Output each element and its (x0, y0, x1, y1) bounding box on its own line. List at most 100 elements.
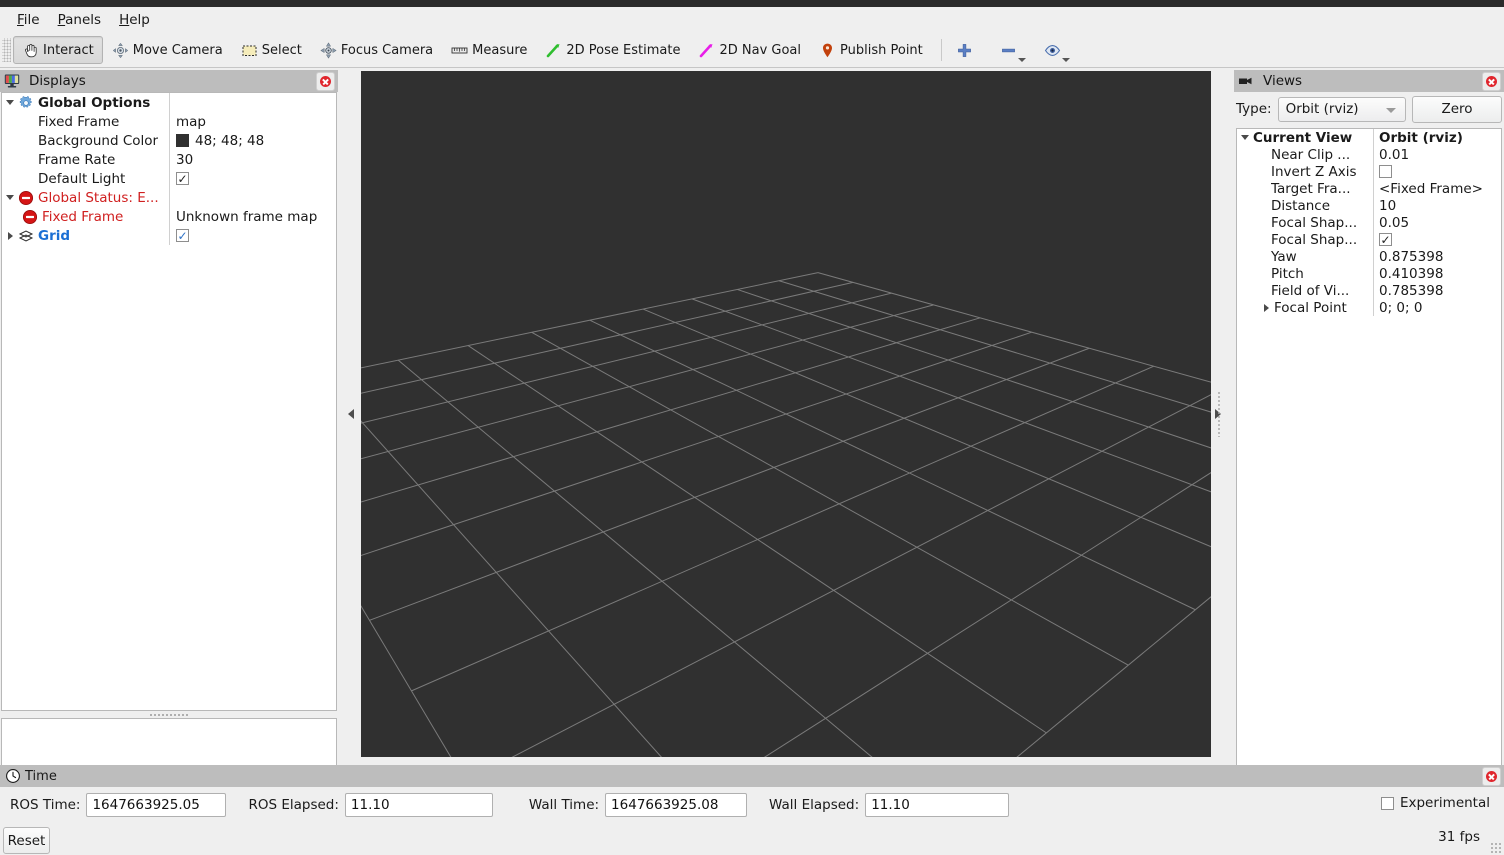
ruler-icon (451, 42, 468, 59)
tool-select-label: Select (261, 42, 302, 58)
tool-publish-point-label: Publish Point (840, 42, 923, 58)
tree-row-status-fixed-frame[interactable]: Fixed Frame Unknown frame map (2, 207, 336, 226)
resize-grip[interactable] (1490, 842, 1502, 854)
views-row-focal-shape-fixed-size[interactable]: Focal Shap... (1237, 231, 1501, 248)
color-swatch (176, 134, 189, 147)
views-tree[interactable]: Current View Orbit (rviz) Near Clip ... … (1236, 128, 1502, 793)
zero-view-button[interactable]: Zero (1412, 95, 1502, 123)
chevron-down-icon[interactable] (1017, 58, 1026, 62)
views-row-field-of-view[interactable]: Field of Vi... 0.785398 (1237, 282, 1501, 299)
3d-render-view[interactable] (361, 71, 1211, 757)
views-row-value-cell[interactable]: 0.05 (1373, 214, 1501, 231)
expand-twisty-icon[interactable] (1258, 299, 1274, 316)
views-row-pitch[interactable]: Pitch 0.410398 (1237, 265, 1501, 282)
time-fields-row: ROS Time: ROS Elapsed: Wall Time: Wall E… (10, 793, 1010, 817)
views-row-distance[interactable]: Distance 10 (1237, 197, 1501, 214)
views-row-value-cell[interactable]: 10 (1373, 197, 1501, 214)
zoom-out-button[interactable] (995, 36, 1026, 64)
ros-time-input[interactable] (86, 793, 227, 817)
views-row-label-cell: Near Clip ... (1237, 146, 1373, 163)
expand-twisty-icon[interactable] (1237, 129, 1253, 146)
views-row-label-cell: Pitch (1237, 265, 1373, 282)
default-light-checkbox[interactable] (176, 172, 189, 185)
experimental-label: Experimental (1399, 795, 1490, 811)
menu-bar: File Panels Help (0, 7, 1504, 33)
tree-row-value-cell[interactable]: 48; 48; 48 (169, 131, 336, 150)
tree-row-default-light[interactable]: Default Light (2, 169, 336, 188)
views-row-value-cell[interactable] (1373, 231, 1501, 248)
toolbar-drag-handle[interactable] (2, 38, 11, 62)
views-row-value-cell[interactable]: 0.410398 (1373, 265, 1501, 282)
close-icon (1486, 770, 1497, 782)
views-row-yaw[interactable]: Yaw 0.875398 (1237, 248, 1501, 265)
fixed-frame-value: map (176, 113, 206, 130)
tool-2d-nav-goal[interactable]: 2D Nav Goal (689, 36, 810, 64)
collapse-left-arrow-icon[interactable] (348, 409, 354, 419)
tree-row-value-cell[interactable] (169, 226, 336, 245)
expand-twisty-icon[interactable] (2, 188, 18, 207)
ros-elapsed-input[interactable] (344, 793, 493, 817)
right-dock-splitter[interactable] (1213, 71, 1223, 757)
menu-file[interactable]: File (8, 9, 49, 32)
tree-row-value-cell[interactable]: 30 (169, 150, 336, 169)
tool-focus-camera[interactable]: Focus Camera (311, 36, 442, 64)
tree-row-frame-rate[interactable]: Frame Rate 30 (2, 150, 336, 169)
tool-interact[interactable]: Interact (13, 36, 103, 64)
views-row-target-frame[interactable]: Target Fra... <Fixed Frame> (1237, 180, 1501, 197)
views-row-label: Focal Shap... (1271, 231, 1358, 248)
views-row-current-view[interactable]: Current View Orbit (rviz) (1237, 129, 1501, 146)
tool-select[interactable]: Select (232, 36, 311, 64)
error-icon (18, 190, 34, 206)
main-toolbar: Interact Move Camera Select Focus Camera… (0, 33, 1504, 68)
views-row-near-clip[interactable]: Near Clip ... 0.01 (1237, 146, 1501, 163)
grid-enabled-checkbox[interactable] (176, 229, 189, 242)
focal-shape-fixed-size-checkbox[interactable] (1379, 233, 1392, 246)
views-row-focal-shape-size[interactable]: Focal Shap... 0.05 (1237, 214, 1501, 231)
tree-row-background-color[interactable]: Background Color 48; 48; 48 (2, 131, 336, 150)
tool-2d-pose-estimate[interactable]: 2D Pose Estimate (536, 36, 689, 64)
tree-row-fixed-frame[interactable]: Fixed Frame map (2, 112, 336, 131)
views-row-invert-z-axis[interactable]: Invert Z Axis (1237, 163, 1501, 180)
displays-close-button[interactable] (316, 71, 335, 91)
expand-twisty-icon[interactable] (2, 226, 18, 245)
views-row-value-cell[interactable]: <Fixed Frame> (1373, 180, 1501, 197)
views-row-label-cell: Focal Point (1237, 299, 1373, 316)
menu-help-mnemonic: H (119, 11, 130, 28)
displays-horizontal-splitter[interactable] (1, 711, 337, 718)
menu-panels[interactable]: Panels (49, 9, 110, 32)
views-row-label-cell: Target Fra... (1237, 180, 1373, 197)
wall-elapsed-label: Wall Elapsed: (769, 797, 860, 813)
displays-tree[interactable]: Global Options Fixed Frame map Backgroun… (1, 92, 337, 711)
wall-time-input[interactable] (605, 793, 748, 817)
tool-measure[interactable]: Measure (442, 36, 536, 64)
views-row-value-cell[interactable]: 0; 0; 0 (1373, 299, 1501, 316)
tree-row-global-options[interactable]: Global Options (2, 93, 336, 112)
views-row-value-cell[interactable] (1373, 163, 1501, 180)
tree-row-grid[interactable]: Grid (2, 226, 336, 245)
views-row-value-cell[interactable]: 0.875398 (1373, 248, 1501, 265)
views-row-focal-point[interactable]: Focal Point 0; 0; 0 (1237, 299, 1501, 316)
views-row-value-cell[interactable]: 0.785398 (1373, 282, 1501, 299)
views-row-value-cell[interactable]: 0.01 (1373, 146, 1501, 163)
magenta-arrow-icon (698, 42, 715, 59)
expand-twisty-icon[interactable] (2, 93, 18, 112)
visibility-button[interactable] (1039, 36, 1070, 64)
tool-move-camera[interactable]: Move Camera (103, 36, 232, 64)
experimental-checkbox[interactable] (1380, 796, 1394, 810)
wall-elapsed-input[interactable] (865, 793, 1010, 817)
tree-row-label: Fixed Frame (38, 113, 120, 130)
zoom-in-button[interactable] (951, 36, 979, 64)
views-close-button[interactable] (1482, 71, 1501, 91)
invert-z-axis-checkbox[interactable] (1379, 165, 1392, 178)
left-dock-splitter[interactable] (346, 71, 356, 757)
chevron-down-icon[interactable] (1061, 58, 1070, 62)
tree-row-global-status[interactable]: Global Status: E... (2, 188, 336, 207)
current-view-value: Orbit (rviz) (1379, 129, 1463, 146)
reset-time-button[interactable]: Reset (3, 827, 50, 854)
tree-row-value-cell[interactable] (169, 169, 336, 188)
menu-help[interactable]: Help (110, 9, 159, 32)
view-type-select[interactable]: Orbit (rviz) (1277, 96, 1406, 122)
tree-row-value-cell[interactable]: map (169, 112, 336, 131)
time-close-button[interactable] (1482, 766, 1501, 786)
tool-publish-point[interactable]: Publish Point (810, 36, 932, 64)
